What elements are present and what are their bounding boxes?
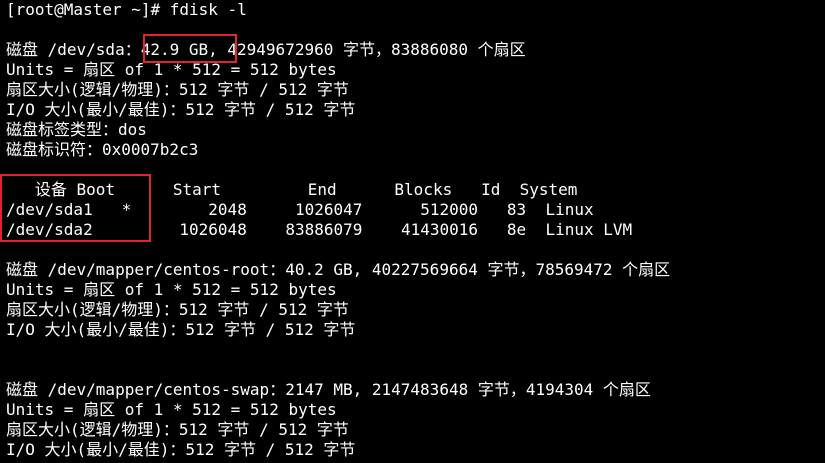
terminal-line: 扇区大小(逻辑/物理)：512 字节 / 512 字节 bbox=[6, 300, 349, 319]
terminal-line: 扇区大小(逻辑/物理)：512 字节 / 512 字节 bbox=[6, 80, 349, 99]
terminal-line: I/O 大小(最小/最佳)：512 字节 / 512 字节 bbox=[6, 440, 356, 459]
terminal-line-disk-centos-swap: 磁盘 /dev/mapper/centos-swap：2147 MB, 2147… bbox=[6, 380, 651, 399]
partition-table-header: 设备 Boot Start End Blocks Id System bbox=[6, 180, 578, 199]
terminal-line: Units = 扇区 of 1 * 512 = 512 bytes bbox=[6, 400, 337, 419]
terminal-line: 磁盘标签类型：dos bbox=[6, 120, 147, 139]
terminal-line: Units = 扇区 of 1 * 512 = 512 bytes bbox=[6, 60, 337, 79]
partition-row-sda2: /dev/sda2 1026048 83886079 41430016 8e L… bbox=[6, 220, 633, 239]
terminal-line: Units = 扇区 of 1 * 512 = 512 bytes bbox=[6, 280, 337, 299]
terminal-line: I/O 大小(最小/最佳)：512 字节 / 512 字节 bbox=[6, 320, 356, 339]
terminal-line-disk-centos-root: 磁盘 /dev/mapper/centos-root：40.2 GB, 4022… bbox=[6, 260, 671, 279]
terminal-line: 磁盘标识符：0x0007b2c3 bbox=[6, 140, 199, 159]
terminal-line-disk-sda: 磁盘 /dev/sda：42.9 GB, 42949672960 字节，8388… bbox=[6, 40, 526, 59]
terminal-window[interactable]: [root@Master ~]# fdisk -l 磁盘 /dev/sda：42… bbox=[0, 0, 825, 463]
terminal-line: I/O 大小(最小/最佳)：512 字节 / 512 字节 bbox=[6, 100, 356, 119]
terminal-line-prompt: [root@Master ~]# fdisk -l bbox=[6, 0, 247, 19]
partition-row-sda1: /dev/sda1 * 2048 1026047 512000 83 Linux bbox=[6, 200, 594, 219]
terminal-line: 扇区大小(逻辑/物理)：512 字节 / 512 字节 bbox=[6, 420, 349, 439]
